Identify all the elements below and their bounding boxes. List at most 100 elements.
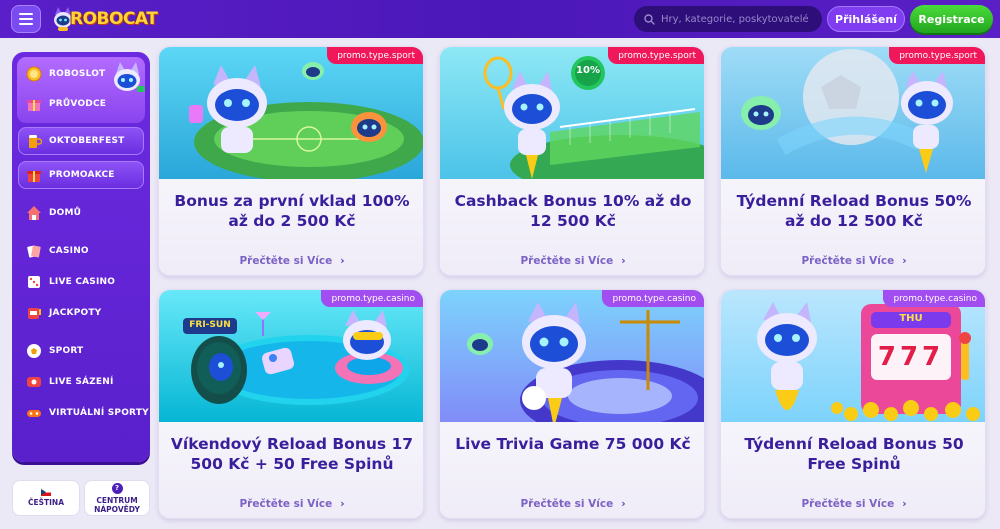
sidebar-item-label: OKTOBERFEST: [49, 136, 125, 146]
read-more-link[interactable]: Přečtěte si Více ›: [721, 498, 985, 510]
slot-reels-text: 777: [877, 342, 945, 372]
menu-line: [19, 13, 33, 15]
live-icon: [24, 373, 44, 391]
promo-image-first-deposit: [159, 47, 423, 179]
read-more-label: Přečtěte si Více: [801, 255, 895, 267]
promo-type-tag: promo.type.sport: [608, 47, 704, 64]
promo-type-tag: promo.type.casino: [602, 290, 704, 307]
chevron-right-icon: ›: [340, 498, 345, 510]
promo-title: Týdenní Reload Bonus 50 Free Spinů: [744, 435, 964, 473]
robocat-logo[interactable]: ROBOCAT: [52, 5, 158, 33]
coin-icon: [24, 65, 44, 83]
chevron-right-icon: ›: [340, 255, 345, 267]
czech-flag-icon: [41, 489, 51, 496]
read-more-link[interactable]: Přečtěte si Více ›: [440, 498, 704, 510]
menu-line: [19, 23, 33, 25]
promo-type-tag: promo.type.sport: [327, 47, 423, 64]
read-more-label: Přečtěte si Více: [520, 498, 614, 510]
dice-icon: [24, 273, 44, 291]
sidebar-item-pruvodce[interactable]: PRŮVODCE: [24, 95, 106, 113]
help-label-line1: CENTRUM: [96, 495, 138, 505]
robocat-mascot-icon: [114, 62, 145, 92]
promo-card-weekend-reload[interactable]: FRI-SUN promo.type.casino Víkendový Relo…: [158, 289, 424, 519]
read-more-link[interactable]: Přečtěte si Více ›: [440, 255, 704, 267]
promo-image-weekly-reload-spins: THU 777: [721, 290, 985, 422]
cashback-percent-badge: 10%: [576, 65, 600, 76]
slot-icon: [24, 304, 44, 322]
sidebar-item-oktoberfest[interactable]: OKTOBERFEST: [24, 132, 124, 150]
gift-icon: [24, 166, 44, 184]
logo-text: ROBOCAT: [70, 9, 158, 29]
search-icon: [644, 13, 655, 25]
sidebar-item-label: LIVE SÁZENÍ: [49, 377, 114, 387]
promo-card-body: Týdenní Reload Bonus 50% až do 12 500 Kč…: [721, 179, 985, 275]
promo-title: Týdenní Reload Bonus 50% až do 12 500 Kč: [736, 192, 972, 230]
promo-card-weekly-reload-spins[interactable]: THU 777 promo.type.casino Týdenní Reload…: [720, 289, 986, 519]
hamburger-menu-button[interactable]: [11, 5, 41, 33]
sidebar-item-label: LIVE CASINO: [49, 277, 116, 287]
sidebar-item-domu[interactable]: DOMŮ: [24, 204, 81, 222]
beer-icon: [24, 132, 44, 150]
promo-card-cashback[interactable]: 10% promo.type.sport Cashback Bonus 10% …: [439, 46, 705, 276]
gift-icon: [24, 95, 44, 113]
question-icon: ?: [111, 482, 123, 494]
promo-card-weekly-reload-sport[interactable]: promo.type.sport Týdenní Reload Bonus 50…: [720, 46, 986, 276]
promo-card-first-deposit[interactable]: promo.type.sport Bonus za první vklad 10…: [158, 46, 424, 276]
promo-image-weekend-reload: FRI-SUN: [159, 290, 423, 422]
sidebar-item-label: SPORT: [49, 346, 84, 356]
promo-title: Víkendový Reload Bonus 17 500 Kč + 50 Fr…: [170, 435, 414, 473]
ball-icon: [24, 342, 44, 360]
weekend-sign-text: FRI-SUN: [189, 320, 231, 330]
sidebar-item-label: JACKPOTY: [49, 308, 102, 318]
promo-type-tag: promo.type.sport: [889, 47, 985, 64]
top-header: ROBOCAT Přihlášení Registrace: [0, 0, 1000, 38]
promo-card-live-trivia[interactable]: promo.type.casino Live Trivia Game 75 00…: [439, 289, 705, 519]
cards-icon: [24, 242, 44, 260]
promo-type-tag: promo.type.casino: [883, 290, 985, 307]
promo-card-body: Týdenní Reload Bonus 50 Free Spinů Přečt…: [721, 422, 985, 518]
sidebar-item-casino[interactable]: CASINO: [24, 242, 89, 260]
thursday-sign-text: THU: [899, 313, 923, 324]
promo-title: Cashback Bonus 10% až do 12 500 Kč: [454, 192, 692, 230]
sidebar-item-label: DOMŮ: [49, 208, 82, 218]
language-label: ČEŠTINA: [27, 498, 65, 507]
help-center-button[interactable]: ? CENTRUM NÁPOVĚDY: [84, 480, 150, 516]
search-input[interactable]: [661, 13, 821, 25]
login-button[interactable]: Přihlášení: [827, 6, 905, 32]
read-more-link[interactable]: Přečtěte si Více ›: [721, 255, 985, 267]
read-more-link[interactable]: Přečtěte si Více ›: [159, 255, 423, 267]
read-more-label: Přečtěte si Více: [801, 498, 895, 510]
read-more-label: Přečtěte si Více: [239, 498, 333, 510]
sidebar-item-sport[interactable]: SPORT: [24, 342, 83, 360]
help-label-line2: NÁPOVĚDY: [94, 504, 140, 514]
sidebar-item-label: CASINO: [49, 246, 89, 256]
language-selector[interactable]: ČEŠTINA: [12, 480, 80, 516]
controller-icon: [24, 404, 44, 422]
chevron-right-icon: ›: [902, 255, 907, 267]
promo-card-body: Víkendový Reload Bonus 17 500 Kč + 50 Fr…: [159, 422, 423, 518]
promo-image-weekly-reload-sport: [721, 47, 985, 179]
promo-type-tag: promo.type.casino: [321, 290, 423, 307]
sidebar-item-label: VIRTUÁLNÍ SPORTY: [49, 408, 149, 418]
sidebar-item-promoakce[interactable]: PROMOAKCE: [24, 166, 115, 184]
sidebar-nav: ROBOSLOT PRŮVODCE OKTOBERFEST PROMOAKCE …: [12, 52, 150, 462]
search-box[interactable]: [634, 6, 822, 32]
sidebar-item-live-sazeni[interactable]: LIVE SÁZENÍ: [24, 373, 114, 391]
sidebar-item-label: PRŮVODCE: [49, 99, 107, 109]
read-more-link[interactable]: Přečtěte si Více ›: [159, 498, 423, 510]
promo-card-body: Cashback Bonus 10% až do 12 500 Kč Přečt…: [440, 179, 704, 275]
promo-title: Bonus za první vklad 100% až do 2 500 Kč: [174, 192, 410, 230]
promo-card-body: Bonus za první vklad 100% až do 2 500 Kč…: [159, 179, 423, 275]
sidebar-item-virtualni-sporty[interactable]: VIRTUÁLNÍ SPORTY: [24, 404, 149, 422]
read-more-label: Přečtěte si Více: [520, 255, 614, 267]
sidebar-item-roboslot[interactable]: ROBOSLOT: [24, 65, 105, 83]
chevron-right-icon: ›: [621, 498, 626, 510]
register-button[interactable]: Registrace: [910, 5, 993, 33]
chevron-right-icon: ›: [621, 255, 626, 267]
sidebar-item-label: ROBOSLOT: [49, 69, 106, 79]
promo-title: Live Trivia Game 75 000 Kč: [455, 435, 691, 453]
promo-image-cashback: 10%: [440, 47, 704, 179]
sidebar-item-jackpoty[interactable]: JACKPOTY: [24, 304, 101, 322]
read-more-label: Přečtěte si Více: [239, 255, 333, 267]
sidebar-item-live-casino[interactable]: LIVE CASINO: [24, 273, 115, 291]
